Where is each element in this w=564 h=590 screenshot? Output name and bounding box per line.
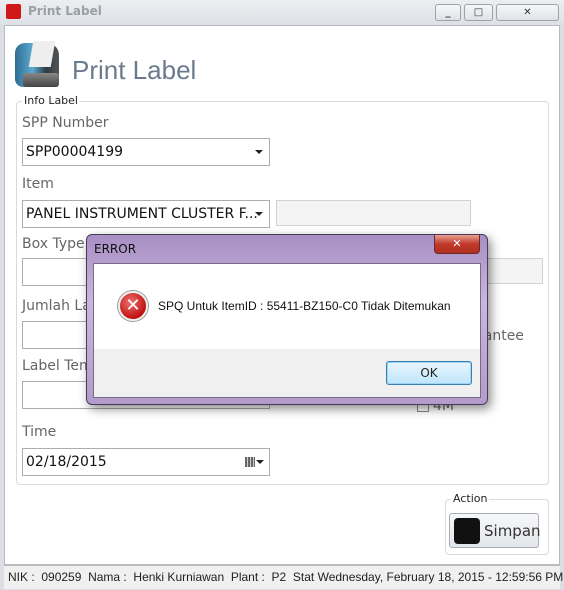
calendar-icon[interactable] [245, 457, 255, 467]
nama-label: Nama : [88, 570, 127, 584]
minimize-button[interactable]: _ [435, 4, 461, 21]
nik-label: NIK : [8, 570, 35, 584]
window-title: Print Label [28, 4, 102, 18]
ok-button[interactable]: OK [386, 361, 472, 385]
chevron-down-icon [255, 150, 263, 154]
chevron-down-icon [256, 460, 264, 464]
time-label: Time [22, 424, 57, 440]
spp-number-combobox[interactable]: SPP00004199 [22, 138, 270, 166]
jumlah-label: Jumlah La [22, 298, 91, 314]
page-title: Print Label [72, 55, 197, 85]
stat-label: Stat [292, 570, 315, 584]
stat-value: Wednesday, February 18, 2015 - 12:59:56 … [317, 570, 564, 584]
close-button[interactable]: ✕ [496, 4, 559, 21]
label-printer-icon [15, 39, 59, 89]
status-bar: NIK : 090259 Nama : Henki Kurniawan Plan… [4, 565, 563, 589]
simpan-button[interactable]: Simpan [449, 513, 541, 548]
plant-value: P2 [271, 570, 287, 584]
dialog-body: ✕ SPQ Untuk ItemID : 55411-BZ150-C0 Tida… [93, 263, 481, 398]
nama-value: Henki Kurniawan [133, 570, 225, 584]
item-value: PANEL INSTRUMENT CLUSTER F... [26, 206, 258, 222]
item-combobox[interactable]: PANEL INSTRUMENT CLUSTER F... [22, 200, 270, 228]
time-value: 02/18/2015 [26, 454, 107, 470]
label-template-label: Label Tem [22, 358, 93, 374]
dialog-close-button[interactable]: ✕ [434, 235, 480, 254]
action-legend: Action [451, 492, 490, 505]
save-icon [454, 518, 480, 544]
maximize-button[interactable]: □ [464, 4, 493, 21]
dialog-message: SPQ Untuk ItemID : 55411-BZ150-C0 Tidak … [158, 299, 451, 313]
error-dialog: ERROR ✕ ✕ SPQ Untuk ItemID : 55411-BZ150… [86, 234, 488, 405]
spp-number-value: SPP00004199 [26, 144, 124, 160]
chevron-down-icon [255, 212, 263, 216]
error-icon: ✕ [118, 291, 148, 321]
plant-label: Plant : [230, 570, 265, 584]
dialog-title: ERROR [94, 242, 137, 256]
spp-number-label: SPP Number [22, 115, 109, 131]
item-extra-field[interactable] [276, 200, 471, 226]
title-bar: Print Label _ □ ✕ [0, 0, 564, 25]
item-label: Item [22, 176, 54, 192]
app-icon [6, 4, 21, 19]
dialog-footer: OK [94, 349, 480, 397]
time-datepicker[interactable]: 02/18/2015 [22, 448, 270, 476]
nik-value: 090259 [41, 570, 82, 584]
box-type-label: Box Type [22, 236, 85, 252]
info-label-legend: Info Label [22, 94, 80, 107]
simpan-label: Simpan [484, 522, 541, 540]
